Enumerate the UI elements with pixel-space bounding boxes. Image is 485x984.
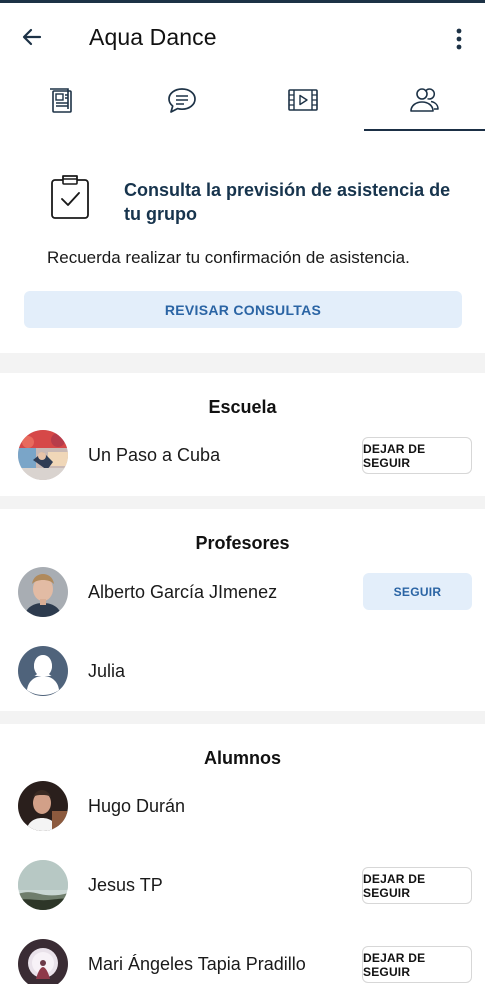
list-item[interactable]: Julia [0, 633, 485, 709]
section-title-school: Escuela [208, 397, 277, 417]
list-item[interactable]: Alberto García JImenez SEGUIR [0, 554, 485, 630]
clipboard-check-icon [51, 175, 89, 219]
arrow-left-icon [22, 28, 42, 46]
chat-bubble-icon [168, 88, 196, 113]
avatar [18, 781, 68, 831]
unfollow-button[interactable]: DEJAR DE SEGUIR [362, 867, 472, 904]
item-name: Hugo Durán [88, 796, 186, 816]
tab-chat[interactable] [121, 69, 242, 131]
avatar [18, 860, 68, 910]
list-item[interactable]: Un Paso a Cuba DEJAR DE SEGUIR [0, 417, 485, 493]
attendance-forecast-card: Consulta la previsión de asistencia de t… [0, 131, 485, 353]
list-item[interactable]: Mari Ángeles Tapia Pradillo DEJAR DE SEG… [0, 926, 485, 984]
avatar [18, 567, 68, 617]
section-title-teachers: Profesores [195, 533, 290, 553]
avatar [18, 939, 68, 984]
follow-button[interactable]: SEGUIR [363, 573, 472, 610]
item-name: Julia [88, 661, 126, 681]
default-avatar-icon [18, 646, 68, 696]
list-item[interactable]: Jesus TP DEJAR DE SEGUIR [0, 847, 485, 923]
more-vertical-icon [456, 28, 462, 50]
newspaper-icon [49, 88, 72, 113]
tab-bar [0, 69, 485, 131]
film-icon [288, 89, 318, 111]
item-name: Jesus TP [88, 875, 163, 895]
app-bar: Aqua Dance [0, 3, 485, 69]
avatar [18, 430, 68, 480]
tab-news[interactable] [0, 69, 121, 131]
page-title: Aqua Dance [89, 24, 217, 50]
more-options-button[interactable] [444, 21, 474, 57]
section-divider [0, 353, 485, 373]
review-queries-button[interactable]: REVISAR CONSULTAS [24, 291, 462, 328]
section-divider [0, 711, 485, 724]
consult-description: Recuerda realizar tu confirmación de asi… [47, 248, 410, 267]
back-button[interactable] [14, 19, 50, 55]
item-name: Mari Ángeles Tapia Pradillo [88, 954, 306, 974]
section-title-students: Alumnos [203, 748, 281, 768]
unfollow-button[interactable]: DEJAR DE SEGUIR [362, 437, 472, 474]
tab-group[interactable] [363, 69, 485, 131]
unfollow-button[interactable]: DEJAR DE SEGUIR [362, 946, 472, 983]
list-item[interactable]: Hugo Durán [0, 768, 485, 844]
item-name: Un Paso a Cuba [88, 445, 221, 465]
group-users-icon [410, 88, 440, 112]
item-name: Alberto García JImenez [88, 582, 278, 602]
section-divider [0, 496, 485, 509]
consult-title: Consulta la previsión de asistencia de t… [124, 180, 451, 224]
tab-videos[interactable] [243, 69, 364, 131]
